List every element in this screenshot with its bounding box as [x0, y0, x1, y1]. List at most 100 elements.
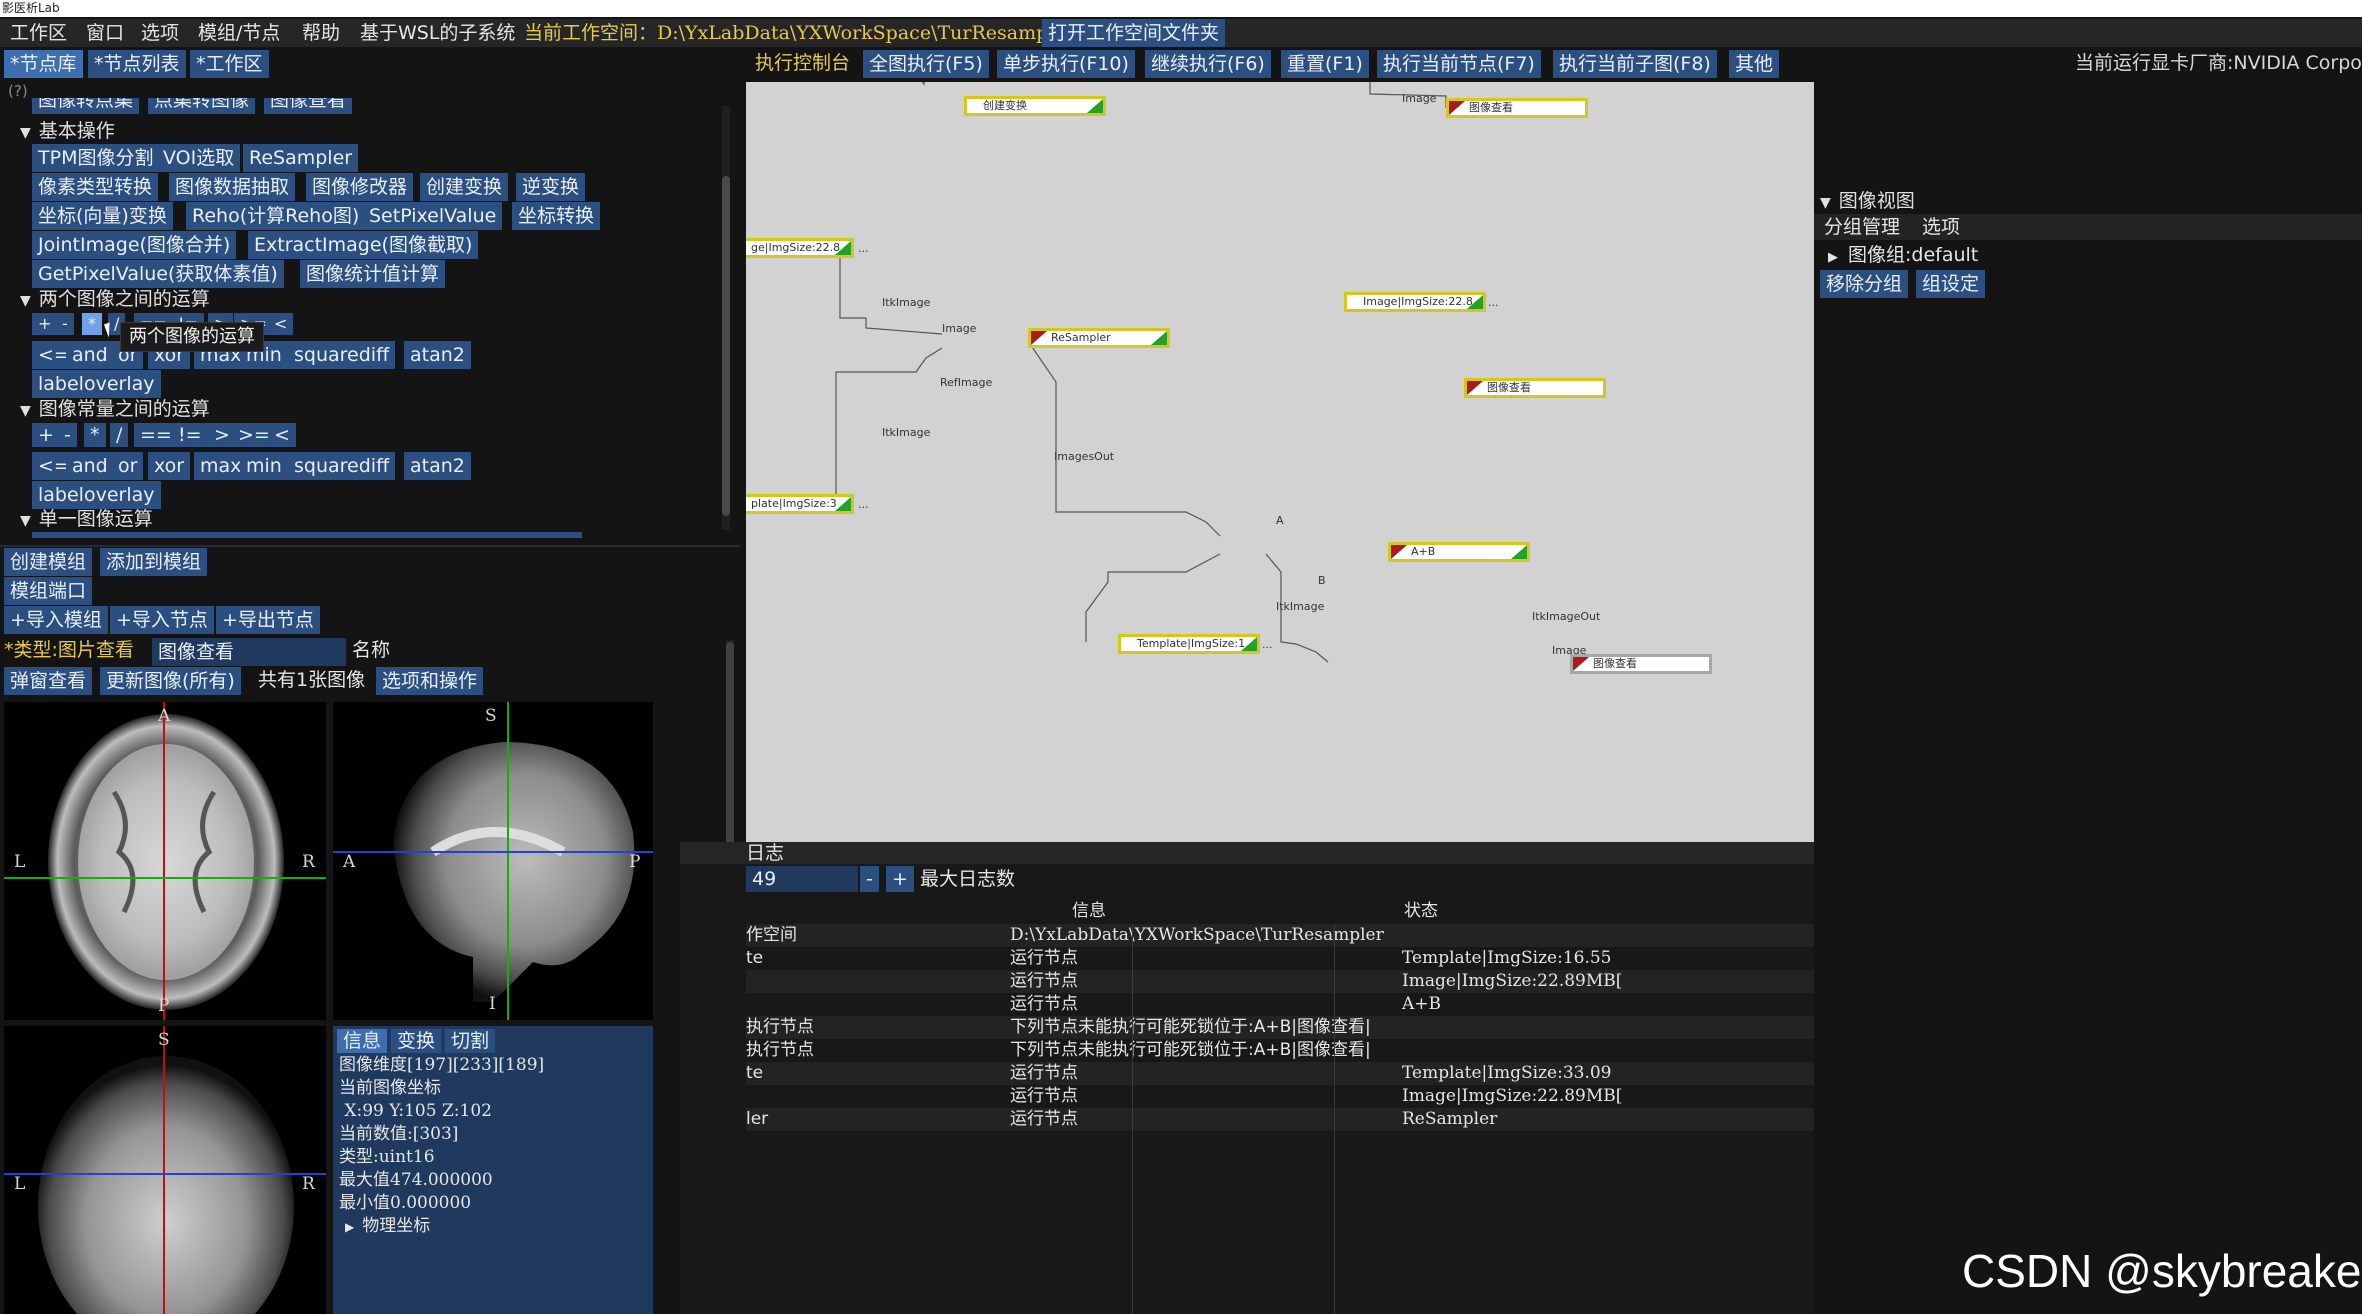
scrollbar-thumb[interactable]: [722, 176, 730, 516]
menu-module-node[interactable]: 模组/节点: [198, 20, 280, 46]
opc-lt[interactable]: <: [268, 423, 296, 447]
node-image-mid[interactable]: Image|ImgSize:22.8: [1344, 292, 1486, 312]
node-btn-pixel-type[interactable]: 像素类型转换: [32, 173, 159, 201]
opc-atan2[interactable]: atan2: [404, 452, 471, 480]
node-btn-jointimage[interactable]: JointImage(图像合并): [32, 231, 237, 259]
node-viewer-mid[interactable]: 图像查看: [1464, 378, 1606, 398]
run-all-button[interactable]: 全图执行(F5): [863, 50, 989, 78]
section-single-image-ops[interactable]: ▼ 单一图像运算: [20, 506, 153, 534]
info-tab-transform[interactable]: 变换: [391, 1029, 442, 1053]
node-aplusb[interactable]: A+B: [1388, 542, 1530, 562]
opc-xor[interactable]: xor: [148, 452, 191, 480]
import-module-button[interactable]: +导入模组: [4, 606, 108, 634]
node-btn-setpixelvalue[interactable]: SetPixelValue: [363, 202, 503, 230]
run-current-subgraph-button[interactable]: 执行当前子图(F8): [1553, 50, 1717, 78]
opc-or[interactable]: or: [112, 452, 144, 480]
remove-group-button[interactable]: 移除分组: [1820, 270, 1909, 298]
section-image-const-ops[interactable]: ▼ 图像常量之间的运算: [20, 396, 210, 424]
sagittal-viewer[interactable]: S I A P: [333, 702, 653, 1020]
node-resampler[interactable]: ReSampler: [1028, 328, 1170, 348]
node-btn-image-modifier[interactable]: 图像修改器: [306, 173, 414, 201]
node-btn-points-to-image[interactable]: 点集转图像: [148, 98, 256, 114]
node-btn-getpixelvalue[interactable]: GetPixelValue(获取体素值): [32, 260, 284, 288]
op2-labeloverlay[interactable]: labeloverlay: [32, 370, 161, 398]
menu-image-view-options[interactable]: 选项: [1922, 214, 1960, 240]
node-create-transform[interactable]: 创建变换: [964, 96, 1106, 116]
open-workspace-folder-button[interactable]: 打开工作空间文件夹: [1042, 19, 1226, 47]
reset-button[interactable]: 重置(F1): [1281, 50, 1369, 78]
info-phys-toggle[interactable]: ▶ 物理坐标: [345, 1215, 430, 1239]
tab-node-library[interactable]: *节点库: [4, 50, 83, 78]
section-basic-ops[interactable]: ▼ 基本操作: [20, 118, 115, 146]
op2-mul[interactable]: *: [82, 313, 102, 335]
menu-workspace[interactable]: 工作区: [10, 20, 67, 46]
info-tab-info[interactable]: 信息: [337, 1029, 388, 1053]
axial-viewer[interactable]: A P L R: [4, 702, 326, 1020]
op2-squarediff[interactable]: squarediff: [288, 341, 396, 369]
node-btn-image-stats[interactable]: 图像统计值计算: [300, 260, 446, 288]
export-node-button[interactable]: +导出节点: [216, 606, 320, 634]
node-btn-image-viewer[interactable]: 图像查看: [264, 98, 353, 114]
log-count-input[interactable]: 49: [746, 866, 858, 892]
log-increase-button[interactable]: +: [886, 866, 914, 892]
node-btn-image-to-points[interactable]: 图像转点集: [32, 98, 140, 114]
op2-and[interactable]: and: [66, 341, 114, 369]
opc-min[interactable]: min: [240, 452, 288, 480]
log-table[interactable]: 信息 状态 作空间 D:\YxLabData\YXWorkSpace\TurRes…: [746, 898, 1880, 1314]
node-template-bottom[interactable]: Template|ImgSize:1: [1118, 634, 1260, 654]
add-to-module-button[interactable]: 添加到模组: [100, 548, 208, 576]
options-ops-button[interactable]: 选项和操作: [376, 667, 484, 695]
opc-labeloverlay[interactable]: labeloverlay: [32, 481, 161, 509]
step-run-button[interactable]: 单步执行(F10): [997, 50, 1135, 78]
group-settings-button[interactable]: 组设定: [1916, 270, 1986, 298]
continue-run-button[interactable]: 继续执行(F6): [1145, 50, 1271, 78]
node-btn-inverse-transform[interactable]: 逆变换: [516, 173, 586, 201]
op2-sub[interactable]: -: [56, 313, 74, 335]
opc-sub[interactable]: -: [58, 423, 77, 447]
node-library-scroll[interactable]: 图像转点集 点集转图像 图像查看 ▼ 基本操作 TPM图像分割 VOI选取 ReS…: [0, 98, 740, 538]
tab-workspace[interactable]: *工作区: [190, 50, 269, 78]
node-btn-data-extract[interactable]: 图像数据抽取: [169, 173, 296, 201]
op2-lt[interactable]: <: [268, 313, 294, 335]
log-decrease-button[interactable]: -: [860, 866, 879, 892]
opc-neq[interactable]: !=: [172, 423, 208, 447]
run-current-node-button[interactable]: 执行当前节点(F7): [1377, 50, 1541, 78]
node-btn-create-transform[interactable]: 创建变换: [420, 173, 509, 201]
node-btn-extractimage[interactable]: ExtractImage(图像截取): [248, 231, 479, 259]
node-btn-coord-vector-transform[interactable]: 坐标(向量)变换: [32, 202, 173, 230]
node-image-left[interactable]: ge|ImgSize:22.8: [746, 238, 854, 258]
node-name-input[interactable]: 图像查看: [152, 638, 346, 666]
opc-add[interactable]: +: [32, 423, 60, 447]
node-template-left[interactable]: plate|ImgSize:3: [746, 494, 854, 514]
menu-window[interactable]: 窗口: [86, 20, 124, 46]
node-btn-coord-convert[interactable]: 坐标转换: [512, 202, 601, 230]
opc-div[interactable]: /: [110, 423, 129, 447]
node-library-scrollbar[interactable]: [722, 106, 730, 530]
menu-help[interactable]: 帮助: [302, 20, 340, 46]
import-node-button[interactable]: +导入节点: [110, 606, 214, 634]
other-button[interactable]: 其他: [1729, 50, 1780, 78]
tab-node-list[interactable]: *节点列表: [88, 50, 186, 78]
image-view-title[interactable]: ▼ 图像视图: [1820, 188, 1915, 216]
node-btn-reho[interactable]: Reho(计算Reho图): [186, 202, 366, 230]
info-tab-cut[interactable]: 切割: [445, 1029, 496, 1053]
refresh-all-button[interactable]: 更新图像(所有): [100, 667, 241, 695]
node-btn-resampler[interactable]: ReSampler: [243, 144, 359, 172]
node-btn-tpm-seg[interactable]: TPM图像分割: [32, 144, 160, 172]
create-module-button[interactable]: 创建模组: [4, 548, 93, 576]
image-group-default[interactable]: ▶ 图像组:default: [1828, 242, 1978, 271]
node-graph-canvas[interactable]: 创建变换 Image 图像查看 ge|ImgSize:22.8 ... ItkI…: [746, 82, 1814, 842]
node-viewer-bottom[interactable]: 图像查看: [1570, 654, 1712, 674]
section-two-image-ops[interactable]: ▼ 两个图像之间的运算: [20, 286, 210, 314]
node-btn-voi[interactable]: VOI选取: [157, 144, 241, 172]
op2-add[interactable]: +: [32, 313, 58, 335]
opc-and[interactable]: and: [66, 452, 114, 480]
menu-wsl[interactable]: 基于WSL的子系统: [360, 20, 515, 46]
menu-group-manage[interactable]: 分组管理: [1824, 214, 1900, 240]
popup-view-button[interactable]: 弹窗查看: [4, 667, 93, 695]
coronal-viewer[interactable]: S L R: [4, 1026, 326, 1314]
opc-mul[interactable]: *: [84, 423, 106, 447]
op2-atan2[interactable]: atan2: [404, 341, 471, 369]
menu-options[interactable]: 选项: [141, 20, 179, 46]
node-viewer-top[interactable]: 图像查看: [1446, 98, 1588, 118]
